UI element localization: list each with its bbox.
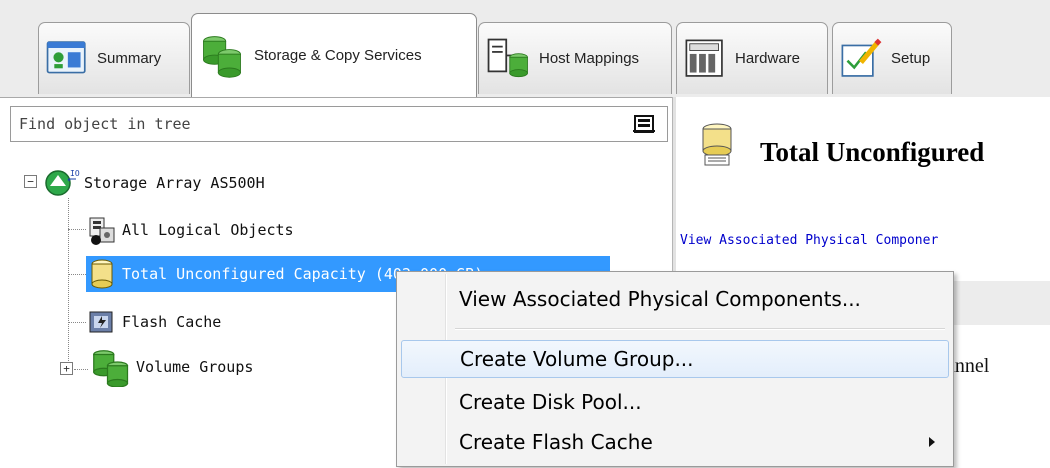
- menu-item-label: Create Flash Cache: [459, 430, 653, 454]
- menu-item-create-volume-group[interactable]: Create Volume Group...: [401, 340, 949, 378]
- tree-item-volume-groups[interactable]: Volume Groups: [88, 349, 254, 387]
- tab-strip: Summary Storage & Copy Services Host Map…: [0, 0, 1050, 97]
- tree-item-label: Volume Groups: [136, 358, 254, 376]
- menu-item-create-disk-pool[interactable]: Create Disk Pool...: [401, 383, 949, 421]
- tree-connector: [68, 198, 69, 369]
- tab-storage-copy-services[interactable]: Storage & Copy Services: [191, 13, 477, 97]
- storage-array-status-icon: IO: [45, 169, 80, 196]
- tab-label: Storage & Copy Services: [254, 47, 422, 64]
- tree-item-flash-cache[interactable]: Flash Cache: [86, 304, 221, 340]
- collapse-toggle[interactable]: −: [24, 175, 37, 188]
- menu-item-label: Create Disk Pool...: [459, 390, 642, 414]
- tab-label: Host Mappings: [539, 50, 640, 67]
- tree-item-label: Flash Cache: [122, 313, 222, 331]
- host-mappings-icon: [487, 38, 528, 77]
- tree-item-all-logical-objects[interactable]: All Logical Objects: [86, 212, 294, 248]
- setup-icon: [841, 38, 882, 77]
- expand-toggle[interactable]: +: [60, 362, 73, 375]
- tree-item-label: Storage Array AS500H: [84, 174, 265, 192]
- hardware-icon: [685, 39, 723, 77]
- tree-connector: [68, 274, 86, 275]
- storage-icon: [203, 35, 241, 78]
- detail-title: Total Unconfigured: [760, 137, 985, 167]
- tree-connector: [74, 369, 88, 370]
- tab-summary[interactable]: Summary: [38, 22, 190, 94]
- tab-label: Summary: [97, 50, 162, 67]
- tree-connector: [68, 229, 86, 230]
- flash-cache-icon: [89, 311, 113, 333]
- menu-separator: [455, 328, 945, 330]
- tab-hardware[interactable]: Hardware: [676, 22, 828, 94]
- view-associated-components-link[interactable]: View Associated Physical Componer: [680, 233, 938, 248]
- tree-item-label: All Logical Objects: [122, 221, 294, 239]
- tree-connector: [68, 322, 86, 323]
- submenu-arrow-icon: [929, 437, 935, 447]
- menu-item-label: View Associated Physical Components...: [459, 287, 861, 311]
- tab-label: Hardware: [735, 50, 801, 67]
- tree-item-storage-array[interactable]: IO Storage Array AS500H: [40, 165, 265, 201]
- unconfigured-capacity-icon: [702, 123, 732, 166]
- tab-setup[interactable]: Setup: [832, 22, 952, 94]
- menu-item-label: Create Volume Group...: [460, 347, 694, 371]
- unconfigured-capacity-icon: [91, 259, 113, 289]
- context-menu: View Associated Physical Components... C…: [396, 271, 954, 467]
- logical-objects-icon: [89, 217, 115, 245]
- menu-item-view-associated-components[interactable]: View Associated Physical Components...: [401, 280, 949, 318]
- menu-item-create-flash-cache[interactable]: Create Flash Cache: [401, 423, 949, 461]
- tab-label: Setup: [891, 50, 931, 67]
- summary-icon: [46, 40, 86, 73]
- volume-groups-icon: [93, 350, 129, 387]
- svg-text:IO: IO: [70, 169, 80, 178]
- tab-host-mappings[interactable]: Host Mappings: [478, 22, 672, 94]
